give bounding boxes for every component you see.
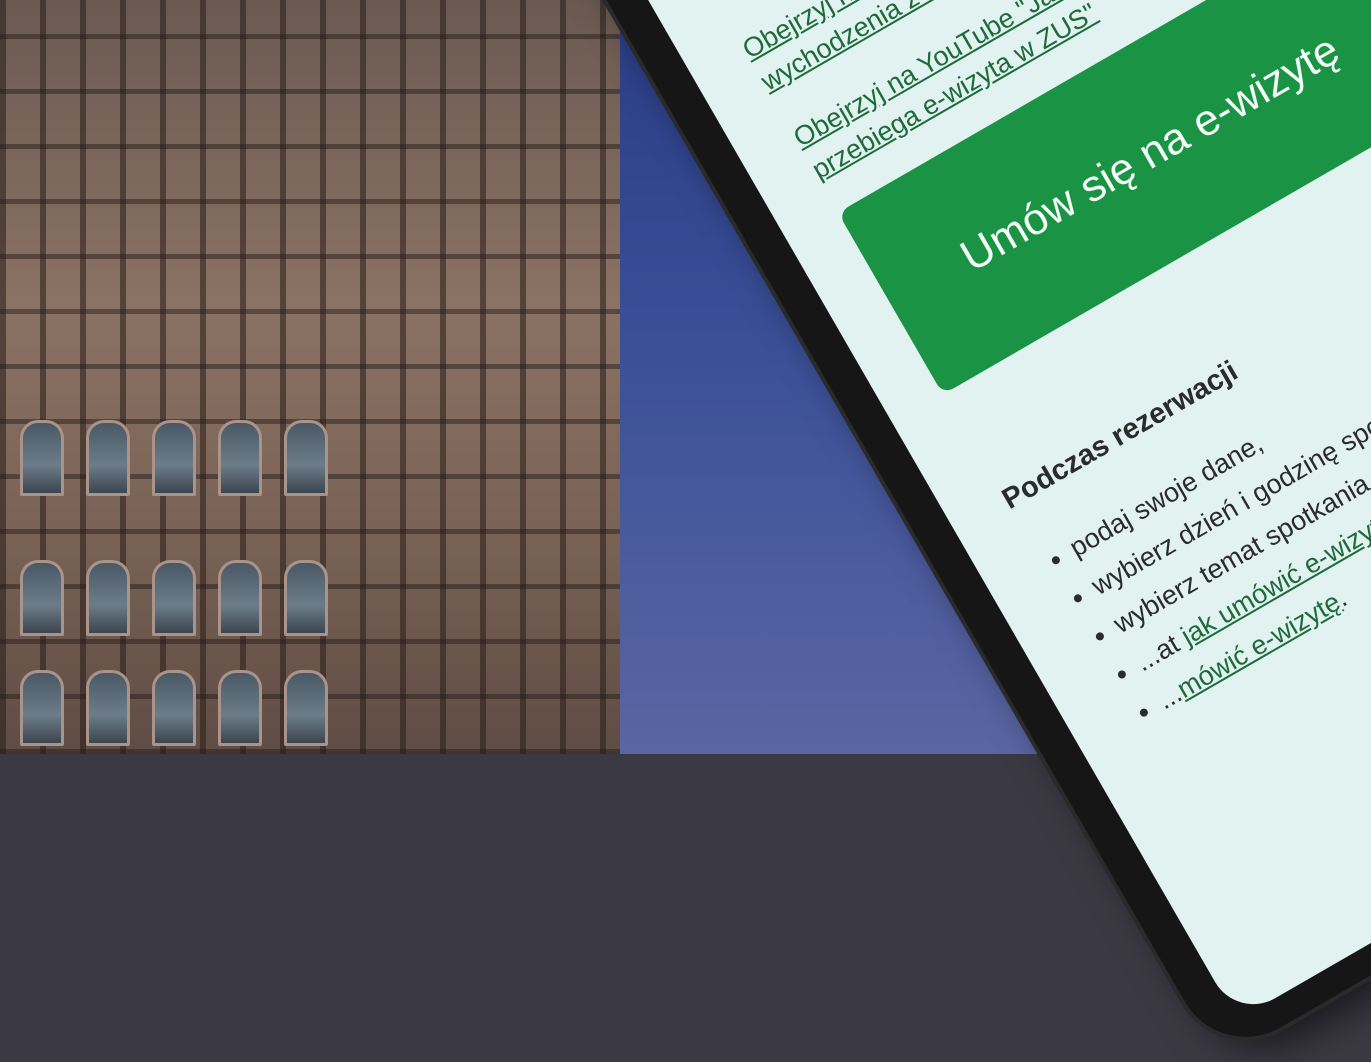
window-row — [20, 420, 328, 496]
gothic-building-left — [0, 0, 620, 754]
window-row — [20, 560, 328, 636]
window-row — [20, 670, 328, 746]
